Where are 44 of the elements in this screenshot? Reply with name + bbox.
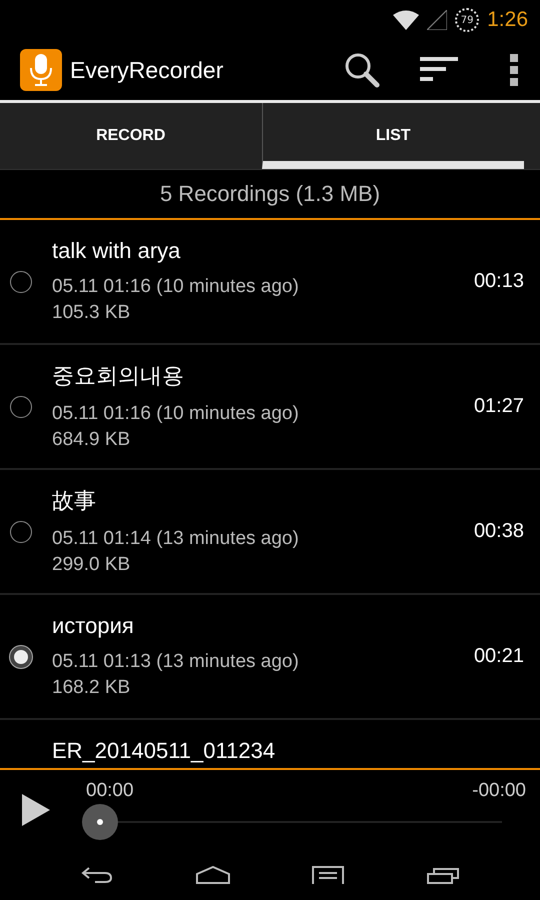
microphone-icon [20,49,62,91]
remaining-time: -00:00 [472,780,526,802]
recording-name: ER_20140511_011234 [52,738,276,764]
recordings-summary: 5 Recordings (1.3 MB) [0,170,540,220]
recording-item[interactable]: talk with arya 05.11 01:16 (10 minutes ago) 105.3 KB 00:13 [0,220,540,345]
recording-size: 168.2 KB [52,676,132,700]
recent-apps-icon[interactable] [426,866,459,884]
recording-duration: 01:27 [474,395,524,418]
battery-icon: 79 [455,8,480,32]
radio-button[interactable] [10,646,32,668]
recording-item[interactable]: 중요회의내용 05.11 01:16 (10 minutes ago) 684.9 KB 01:27 [0,345,540,470]
home-icon[interactable] [196,866,230,884]
recording-size: 684.9 KB [52,428,132,452]
recording-name: talk with arya [52,238,182,264]
wifi-icon [393,10,420,30]
back-icon[interactable] [81,866,114,884]
radio-button[interactable] [10,270,32,292]
radio-button[interactable] [10,520,32,542]
recording-duration: 00:13 [474,270,524,293]
recording-size: 299.0 KB [52,552,132,576]
elapsed-time: 00:00 [86,780,134,802]
app-title: EveryRecorder [70,56,224,84]
tab[interactable]: LIST [262,103,524,169]
signal-icon [427,10,448,30]
overflow-menu-button[interactable] [510,54,520,86]
seek-thumb[interactable] [82,804,118,840]
recording-item[interactable]: 故事 05.11 01:14 (13 minutes ago) 299.0 KB 00:38 [0,470,540,595]
recording-name: 故事 [52,486,97,514]
sort-button[interactable] [420,57,458,83]
recording-size: 105.3 KB [52,300,132,324]
recording-date: 05.11 01:16 (10 minutes ago) [52,274,300,298]
recording-name: 중요회의내용 [52,362,185,390]
recording-duration: 00:21 [474,645,524,668]
recording-date: 05.11 01:13 (13 minutes ago) [52,650,300,674]
radio-button[interactable] [10,396,32,418]
menu-icon[interactable] [312,866,344,884]
recording-duration: 00:38 [474,520,524,543]
play-button[interactable] [22,794,50,826]
tab[interactable]: RECORD [0,103,262,169]
recording-date: 05.11 01:16 (10 minutes ago) [52,402,300,426]
clock-time: 1:26 [487,8,528,32]
recording-date: 05.11 01:14 (13 minutes ago) [52,526,300,550]
recording-name: история [52,612,135,638]
recording-item[interactable]: история 05.11 01:13 (13 minutes ago) 168.2 KB 00:21 [0,595,540,720]
